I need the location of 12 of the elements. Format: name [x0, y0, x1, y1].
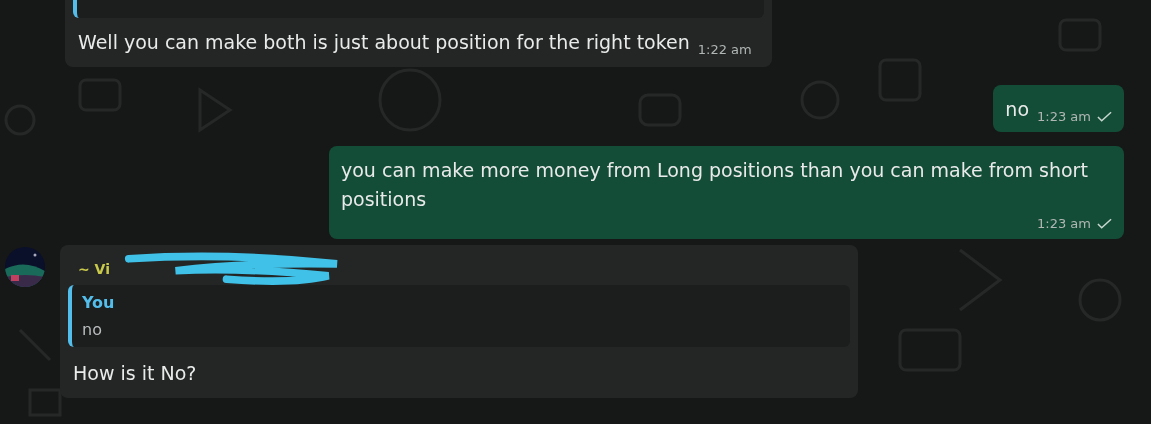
- message-time: 1:23 am: [1037, 109, 1091, 124]
- message-time: 1:23 am: [1037, 216, 1091, 231]
- message-text: How is it No?: [73, 361, 197, 386]
- message-text: no: [1005, 97, 1030, 122]
- quoted-message[interactable]: You no: [68, 285, 850, 347]
- quote-text: no: [82, 320, 103, 339]
- sender-name: ~ Vi: [77, 261, 110, 277]
- message-time: 1:22 am: [697, 42, 752, 57]
- message-text: you can make more money from Long positions than you can make from short positions: [341, 158, 1089, 212]
- contact-avatar[interactable]: [5, 247, 45, 287]
- message-text: Well you can make both is just about position for the right token: [78, 30, 690, 55]
- quote-author: You: [82, 293, 116, 312]
